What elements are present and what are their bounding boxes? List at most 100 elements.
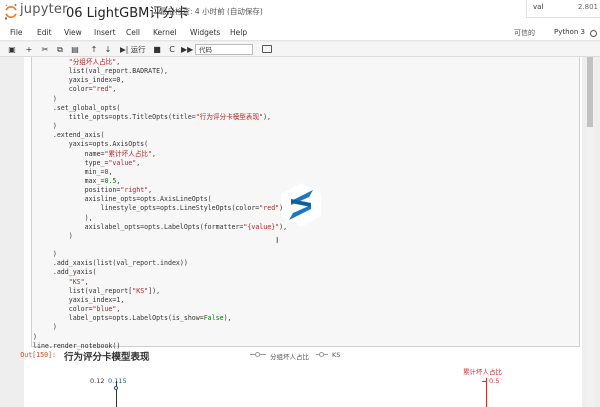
brand-logo-icon	[281, 183, 321, 227]
menu-file[interactable]: File	[10, 28, 23, 37]
code-token: name=	[33, 149, 105, 158]
code-token: max_=	[33, 176, 105, 185]
code-token: ,	[116, 176, 121, 185]
menu-widgets[interactable]: Widgets	[190, 28, 220, 37]
code-line: .set_global_opts(	[33, 103, 121, 113]
code-line: .add_yaxis(	[33, 268, 97, 277]
code-token: ),	[223, 314, 232, 323]
code-line: "KS",	[33, 278, 89, 287]
move-down-icon[interactable]: ↓	[103, 44, 113, 55]
jupyter-logo-text[interactable]: jupyter	[20, 2, 68, 17]
move-up-icon[interactable]: ↑	[89, 44, 99, 55]
code-line: list(val_report.BADRATE),	[33, 67, 168, 76]
variable-inspector-box: val 2.801	[526, 0, 600, 18]
code-line: axislabel_opts=opts.LabelOpts(formatter=…	[33, 222, 288, 232]
trusted-indicator[interactable]: 可信的	[514, 28, 535, 38]
copy-icon[interactable]: ⧉	[55, 44, 65, 55]
left-axis-line	[116, 381, 117, 407]
code-token: )	[279, 204, 284, 213]
kernel-status-icon	[590, 30, 597, 37]
code-token: ,	[112, 85, 117, 94]
run-button[interactable]: ▶| 运行	[120, 44, 146, 55]
code-token: min_=	[33, 167, 105, 176]
legend-item-bad-rate[interactable]: 分组坏人占比	[270, 351, 309, 361]
code-token: 0.5	[104, 176, 117, 185]
code-token: ,	[116, 305, 121, 314]
menu-help[interactable]: Help	[230, 28, 247, 37]
kernel-name[interactable]: Python 3	[554, 28, 585, 36]
save-icon[interactable]: ▣	[7, 44, 17, 55]
left-axis-tick-label: 0.12	[90, 377, 105, 385]
code-line: )	[33, 323, 57, 332]
code-token: .set_global_opts(	[33, 103, 121, 112]
code-line: max_=0.5,	[33, 176, 121, 186]
legend-item-ks[interactable]: KS	[332, 351, 340, 359]
code-token: type_=	[33, 158, 109, 167]
code-token: ,	[136, 158, 141, 167]
code-line: )	[33, 250, 57, 259]
code-line: title_opts=opts.TitleOpts(title="行为评分卡模型…	[33, 113, 271, 122]
code-token: ,	[151, 149, 156, 158]
paste-icon[interactable]: ▤	[70, 44, 80, 55]
code-token: axisline_opts=opts.AxisLineOpts(	[33, 195, 212, 204]
menu-kernel[interactable]: Kernel	[153, 28, 177, 37]
code-token: "{value}"	[243, 222, 280, 231]
code-token: yaxis_index=0,	[33, 76, 125, 85]
notebook-window: jupyter 06 LightGBM评分卡 最后检查: 4 小时前 (自动保存…	[0, 0, 600, 407]
code-line: .extend_axis(	[33, 131, 105, 140]
variable-value: 2.801	[577, 3, 598, 11]
code-line: label_opts=opts.LabelOpts(is_show=False)…	[33, 314, 232, 323]
code-token: yaxis=opts.AxisOpts(	[33, 140, 149, 149]
menu-cell[interactable]: Cell	[126, 28, 140, 37]
code-token: .add_yaxis(	[33, 268, 97, 277]
code-token: ,	[148, 186, 153, 195]
code-line: list(val_report["KS"]),	[33, 287, 160, 296]
code-line: yaxis=opts.AxisOpts(	[33, 140, 148, 149]
data-point-label: 0.115	[108, 377, 127, 385]
menubar: File Edit View Insert Cell Kernel Widget…	[0, 26, 600, 41]
fast-forward-icon[interactable]: ▶▶	[181, 44, 193, 55]
toolbar: ▣ + ✂ ⧉ ▤ ↑ ↓ ▶| 运行 ■ C ▶▶ 代码	[0, 42, 600, 57]
right-axis-line	[486, 378, 487, 407]
code-token: line.render_notebook()	[33, 341, 121, 350]
code-token: ),	[263, 112, 272, 121]
cut-icon[interactable]: ✂	[40, 44, 50, 55]
variable-name: val	[533, 3, 544, 11]
code-token: "red"	[92, 85, 113, 94]
restart-icon[interactable]: C	[167, 44, 177, 55]
code-token: )	[33, 231, 73, 240]
keyboard-icon[interactable]	[262, 45, 272, 53]
code-token: "分组坏人占比"	[68, 58, 117, 66]
add-cell-icon[interactable]: +	[24, 44, 34, 55]
menu-edit[interactable]: Edit	[37, 28, 52, 37]
code-token: yaxis_index=1,	[33, 295, 125, 304]
header-bar: jupyter 06 LightGBM评分卡 最后检查: 4 小时前 (自动保存…	[0, 0, 600, 26]
code-token: )	[33, 250, 57, 259]
code-token: "blue"	[92, 305, 117, 314]
code-token: .extend_axis(	[33, 131, 105, 140]
code-token: ),	[279, 222, 288, 231]
menu-view[interactable]: View	[64, 28, 82, 37]
jupyter-logo-icon[interactable]	[4, 3, 18, 21]
menu-insert[interactable]: Insert	[94, 28, 116, 37]
code-line: )	[33, 95, 57, 104]
code-token: linestyle_opts=opts.LineStyleOpts(color=	[33, 204, 260, 213]
code-token: )	[33, 94, 57, 103]
code-token: .add_xaxis(list(val_report.index))	[33, 259, 188, 268]
interrupt-icon[interactable]: ■	[152, 44, 162, 55]
code-token: "累计坏人占比"	[104, 149, 152, 158]
code-line: name="累计坏人占比",	[33, 150, 156, 159]
right-axis-name: 累计坏人占比	[463, 368, 502, 376]
code-line: )	[33, 122, 57, 131]
scrollbar-thumb[interactable]	[587, 57, 593, 127]
checkpoint-status: 最后检查: 4 小时前 (自动保存)	[160, 7, 263, 16]
code-line: )	[33, 333, 37, 342]
code-line: type_="value",	[33, 158, 141, 168]
scrollbar[interactable]	[586, 57, 594, 407]
code-line: color="blue",	[33, 305, 121, 314]
cell-type-select[interactable]: 代码	[195, 44, 253, 55]
code-token: "red"	[259, 204, 280, 213]
code-token: label_opts=opts.LabelOpts(is_show=	[33, 314, 204, 323]
code-token: ]),	[148, 286, 161, 295]
code-token: axislabel_opts=opts.LabelOpts(formatter=	[33, 222, 244, 231]
